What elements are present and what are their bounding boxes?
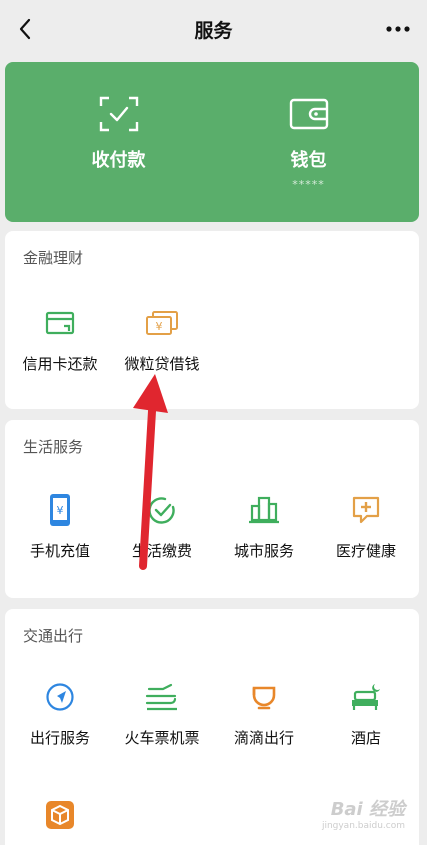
train-plane-ticket-item[interactable]: 火车票机票 — [112, 679, 212, 759]
svg-text:¥: ¥ — [156, 320, 163, 333]
section-title: 金融理财 — [23, 249, 84, 267]
more-dots-icon — [386, 26, 410, 32]
medical-icon — [348, 492, 384, 528]
loan-cash-icon: ¥ — [144, 305, 180, 341]
travel-service-label: 出行服务 — [29, 729, 90, 747]
train-plane-icon — [144, 679, 180, 715]
train-plane-ticket-label: 火车票机票 — [124, 729, 200, 747]
watermark-url: jingyan.baidu.com — [321, 821, 405, 831]
package-icon — [42, 797, 78, 833]
more-button[interactable] — [383, 14, 413, 44]
city-service-item[interactable]: 城市服务 — [214, 492, 314, 572]
wallet-balance-hidden: ***** — [292, 178, 325, 191]
section-title: 生活服务 — [23, 438, 84, 456]
didi-icon — [246, 679, 282, 715]
pay-receive-label: 收付款 — [91, 150, 146, 171]
section-finance: 金融理财 信用卡还款 ¥ 微粒贷借钱 — [5, 231, 419, 409]
didi-ride-label: 滴滴出行 — [233, 729, 294, 747]
didi-ride-item[interactable]: 滴滴出行 — [214, 679, 314, 759]
watermark-logo: Bai 经验 — [330, 799, 405, 820]
hotel-label: 酒店 — [350, 729, 381, 747]
medical-health-item[interactable]: 医疗健康 — [316, 492, 416, 572]
pay-receive-button[interactable]: 收付款 — [15, 62, 222, 222]
wallet-card: 收付款 钱包 ***** — [5, 62, 419, 222]
hotel-item[interactable]: 酒店 — [316, 679, 416, 759]
weilidai-loan-label: 微粒贷借钱 — [124, 355, 200, 373]
weilidai-loan-item[interactable]: ¥ 微粒贷借钱 — [112, 305, 212, 385]
chevron-left-icon — [19, 18, 31, 40]
medical-health-label: 医疗健康 — [335, 542, 396, 560]
credit-card-repay-item[interactable]: 信用卡还款 — [10, 305, 110, 385]
page-title: 服务 — [194, 19, 233, 42]
back-button[interactable] — [10, 14, 40, 44]
travel-service-item[interactable]: 出行服务 — [10, 679, 110, 759]
wallet-label: 钱包 — [290, 150, 327, 171]
scan-pay-icon — [99, 96, 138, 132]
travel-icon — [42, 679, 78, 715]
city-service-label: 城市服务 — [233, 542, 294, 560]
wallet-button[interactable]: 钱包 ***** — [205, 62, 412, 222]
hotel-icon — [348, 679, 384, 715]
city-service-icon — [246, 492, 282, 528]
svg-text:¥: ¥ — [57, 504, 64, 517]
bill-pay-label: 生活缴费 — [131, 542, 192, 560]
phone-recharge-item[interactable]: ¥ 手机充值 — [10, 492, 110, 572]
credit-card-repay-label: 信用卡还款 — [22, 355, 98, 373]
wallet-icon — [289, 98, 328, 130]
phone-recharge-icon: ¥ — [42, 492, 78, 528]
package-item[interactable] — [10, 797, 110, 845]
bill-pay-item[interactable]: 生活缴费 — [112, 492, 212, 572]
phone-recharge-label: 手机充值 — [29, 542, 90, 560]
watermark: Bai 经验 jingyan.baidu.com — [322, 795, 405, 831]
top-bar: 服务 — [0, 0, 427, 58]
credit-card-icon — [42, 305, 78, 341]
bill-pay-icon — [144, 492, 180, 528]
section-title: 交通出行 — [23, 627, 84, 645]
section-life: 生活服务 ¥ 手机充值 生活缴费 城市服务 医疗健康 — [5, 420, 419, 598]
